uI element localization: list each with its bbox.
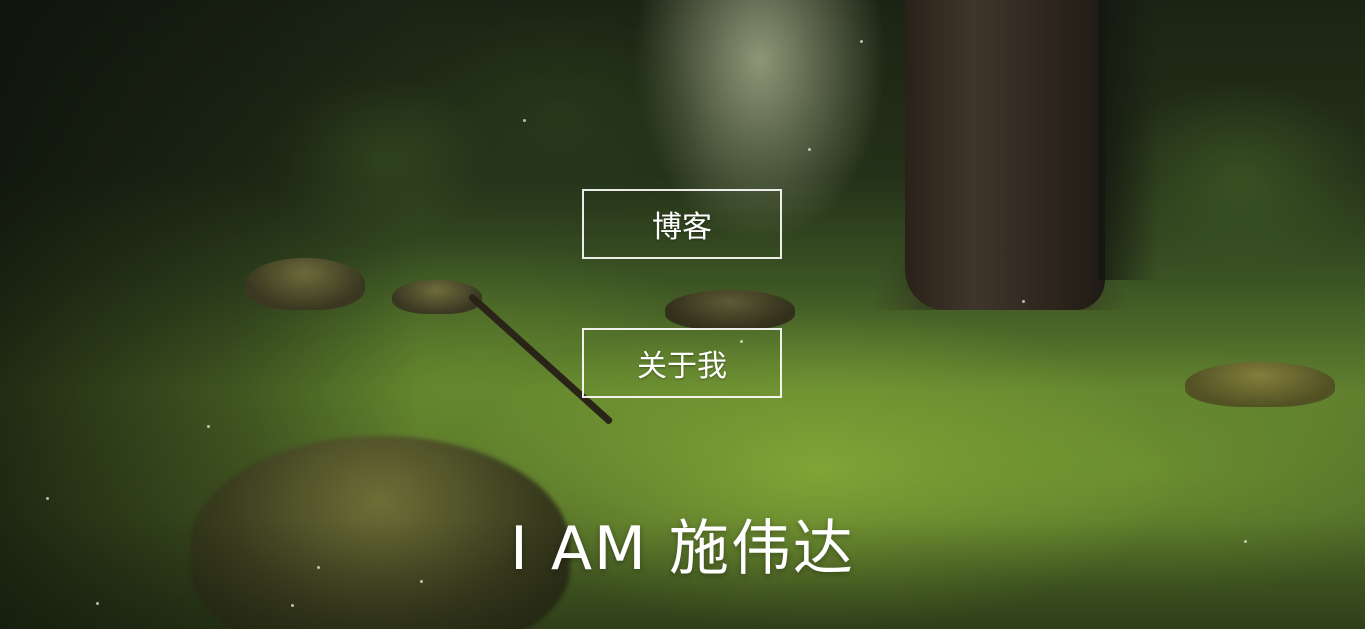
hero-title: I AM 施伟达 [510, 514, 855, 584]
floating-particle [860, 40, 863, 43]
mossy-rock [1185, 362, 1335, 407]
floating-particle [207, 425, 210, 428]
tree-trunk [905, 0, 1105, 310]
floating-particle [1022, 300, 1025, 303]
floating-particle [96, 602, 99, 605]
about-me-button[interactable]: 关于我 [582, 328, 782, 398]
mossy-rock [245, 258, 365, 310]
tree-shadow-right [1098, 0, 1158, 280]
blog-button[interactable]: 博客 [582, 189, 782, 259]
floating-particle [808, 148, 811, 151]
floating-particle [291, 604, 294, 607]
mossy-rock [665, 290, 795, 330]
floating-particle [523, 119, 526, 122]
background-forest-scene: 博客 关于我 I AM 施伟达 [0, 0, 1365, 629]
